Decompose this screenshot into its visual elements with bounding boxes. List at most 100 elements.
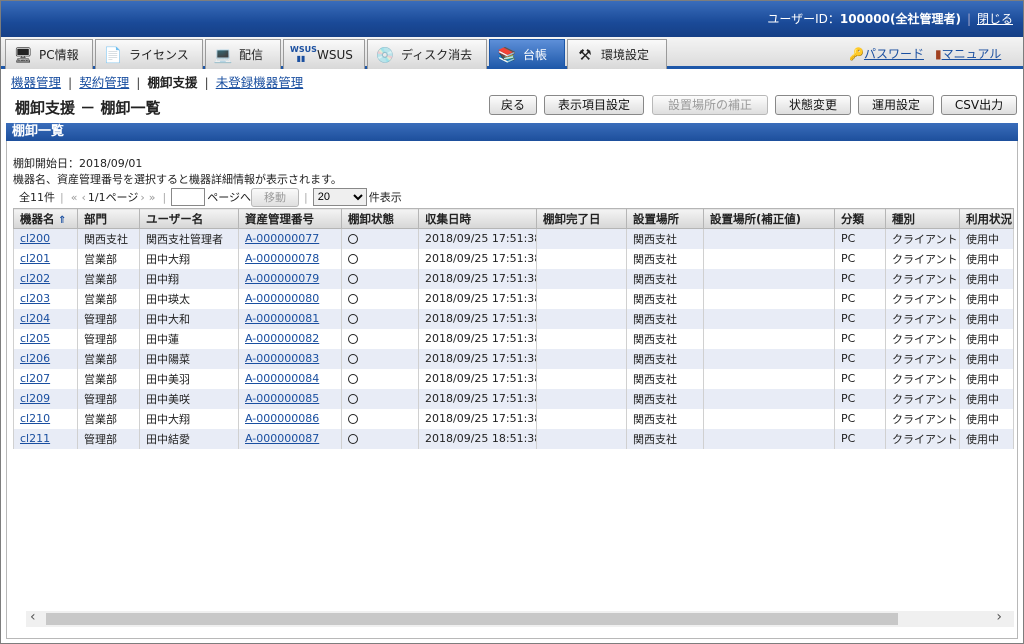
tab-settings[interactable]: ⚒ 環境設定 — [567, 39, 667, 69]
asset-number-link[interactable]: A-000000082 — [245, 332, 319, 345]
device-name-link[interactable]: cl209 — [20, 392, 50, 405]
back-button[interactable]: 戻る — [489, 95, 537, 115]
col-device-name-cell[interactable]: cl200 — [13, 228, 78, 249]
device-name-link[interactable]: cl200 — [20, 232, 50, 245]
status-change-button[interactable]: 状態変更 — [775, 95, 851, 115]
col-asset-number-cell[interactable]: A-000000086 — [238, 408, 342, 429]
user-id-label: ユーザーID： — [767, 12, 840, 26]
col-asset-number-cell[interactable]: A-000000077 — [238, 228, 342, 249]
header-label: 部門 — [84, 211, 107, 226]
col-asset-number-cell[interactable]: A-000000083 — [238, 348, 342, 369]
col-device-name-cell[interactable]: cl204 — [13, 308, 78, 329]
asset-number-link[interactable]: A-000000086 — [245, 412, 319, 425]
col-asset-number-header[interactable]: 資産管理番号 — [238, 208, 342, 229]
asset-number-link[interactable]: A-000000087 — [245, 432, 319, 445]
col-asset-number-cell[interactable]: A-000000087 — [238, 428, 342, 449]
col-inventory-state-header[interactable]: 棚卸状態 — [341, 208, 419, 229]
move-button[interactable]: 移動 — [250, 187, 299, 207]
next-page-icon[interactable]: › — [140, 191, 144, 204]
csv-export-button[interactable]: CSV出力 — [941, 95, 1017, 115]
col-location-header[interactable]: 設置場所 — [626, 208, 704, 229]
col-inventory-state-cell — [341, 328, 419, 349]
device-name-link[interactable]: cl203 — [20, 292, 50, 305]
col-asset-number-cell[interactable]: A-000000079 — [238, 268, 342, 289]
device-name-link[interactable]: cl211 — [20, 432, 50, 445]
device-name-link[interactable]: cl202 — [20, 272, 50, 285]
col-device-name-cell[interactable]: cl203 — [13, 288, 78, 309]
col-asset-number-cell[interactable]: A-000000080 — [238, 288, 342, 309]
tab-pc-info[interactable]: 🖥 PC情報 — [5, 39, 93, 69]
tab-ledger[interactable]: 📚 台帳 — [489, 39, 565, 69]
horizontal-scrollbar[interactable]: ‹ › — [26, 609, 1014, 627]
col-asset-number-cell[interactable]: A-000000082 — [238, 328, 342, 349]
col-device-name-cell[interactable]: cl207 — [13, 368, 78, 389]
col-collected-at-cell: 2018/09/25 17:51:38 — [418, 328, 537, 349]
col-asset-number-cell[interactable]: A-000000078 — [238, 248, 342, 269]
asset-number-link[interactable]: A-000000078 — [245, 252, 319, 265]
col-completed-date-cell — [536, 268, 627, 289]
col-completed-date-header[interactable]: 棚卸完了日 — [536, 208, 627, 229]
col-device-name-cell[interactable]: cl210 — [13, 408, 78, 429]
prev-page-icon[interactable]: ‹ — [81, 191, 85, 204]
asset-number-link[interactable]: A-000000085 — [245, 392, 319, 405]
col-device-name-cell[interactable]: cl201 — [13, 248, 78, 269]
tab-license[interactable]: 📄 ライセンス — [95, 39, 203, 69]
disk-erase-icon: 💿 — [375, 45, 395, 64]
tab-disk-erase[interactable]: 💿 ディスク消去 — [367, 39, 487, 69]
asset-number-link[interactable]: A-000000084 — [245, 372, 319, 385]
sort-ascending-icon[interactable]: ⇑ — [55, 215, 66, 226]
col-location-corrected-cell — [703, 348, 835, 369]
subnav-devices[interactable]: 機器管理 — [11, 75, 61, 90]
scrollbar-thumb[interactable] — [46, 613, 898, 625]
col-asset-number-cell[interactable]: A-000000081 — [238, 308, 342, 329]
close-link[interactable]: 閉じる — [977, 12, 1013, 26]
operation-settings-button[interactable]: 運用設定 — [858, 95, 934, 115]
subnav-unregistered[interactable]: 未登録機器管理 — [216, 75, 304, 90]
scroll-left-icon[interactable]: ‹ — [30, 609, 36, 625]
device-name-link[interactable]: cl206 — [20, 352, 50, 365]
asset-number-link[interactable]: A-000000081 — [245, 312, 319, 325]
col-user-name-header[interactable]: ユーザー名 — [139, 208, 239, 229]
col-device-name-cell[interactable]: cl206 — [13, 348, 78, 369]
col-class-header[interactable]: 分類 — [834, 208, 886, 229]
device-name-link[interactable]: cl207 — [20, 372, 50, 385]
per-page-select[interactable]: 20 — [312, 188, 367, 206]
col-kind-header[interactable]: 種別 — [885, 208, 960, 229]
col-kind-cell: クライアント — [885, 228, 960, 249]
col-department-header[interactable]: 部門 — [77, 208, 140, 229]
table-row: cl202 営業部 田中翔 A-000000079 2018/09/25 17:51:3… — [13, 268, 1014, 289]
asset-number-link[interactable]: A-000000083 — [245, 352, 319, 365]
col-asset-number-cell[interactable]: A-000000085 — [238, 388, 342, 409]
scroll-right-icon[interactable]: › — [996, 609, 1002, 625]
table-header-row: 機器名 ⇑ 部門 ユーザー名 資産管理番号 棚卸状態 収集日時 棚卸完了日 設置場所 設置場所(… — [13, 208, 1014, 229]
tab-distribution[interactable]: 💻 配信 — [205, 39, 281, 69]
col-device-name-header[interactable]: 機器名 ⇑ — [13, 208, 78, 229]
col-usage-cell: 使用中 — [959, 268, 1014, 289]
col-device-name-cell[interactable]: cl202 — [13, 268, 78, 289]
manual-link[interactable]: マニュアル — [942, 47, 1002, 61]
device-name-link[interactable]: cl201 — [20, 252, 50, 265]
col-collected-at-header[interactable]: 収集日時 — [418, 208, 537, 229]
col-location-corrected-header[interactable]: 設置場所(補正値) — [703, 208, 835, 229]
device-name-link[interactable]: cl205 — [20, 332, 50, 345]
page-number-input[interactable] — [171, 188, 206, 206]
tab-wsus[interactable]: WSUS ▮▮ WSUS — [283, 39, 365, 69]
col-device-name-cell[interactable]: cl211 — [13, 428, 78, 449]
asset-number-link[interactable]: A-000000079 — [245, 272, 319, 285]
location-fix-button[interactable]: 設置場所の補正 — [652, 95, 768, 115]
key-icon: 🔑 — [849, 47, 864, 61]
password-link[interactable]: パスワード — [864, 47, 924, 61]
display-items-button[interactable]: 表示項目設定 — [544, 95, 644, 115]
asset-number-link[interactable]: A-000000080 — [245, 292, 319, 305]
first-page-icon[interactable]: « — [71, 191, 78, 204]
device-name-link[interactable]: cl210 — [20, 412, 50, 425]
device-name-link[interactable]: cl204 — [20, 312, 50, 325]
col-usage-header[interactable]: 利用状況 — [959, 208, 1014, 229]
col-device-name-cell[interactable]: cl209 — [13, 388, 78, 409]
col-device-name-cell[interactable]: cl205 — [13, 328, 78, 349]
subnav-contracts[interactable]: 契約管理 — [79, 75, 129, 90]
col-asset-number-cell[interactable]: A-000000084 — [238, 368, 342, 389]
asset-number-link[interactable]: A-000000077 — [245, 232, 319, 245]
last-page-icon[interactable]: » — [149, 191, 156, 204]
col-inventory-state-cell — [341, 228, 419, 249]
